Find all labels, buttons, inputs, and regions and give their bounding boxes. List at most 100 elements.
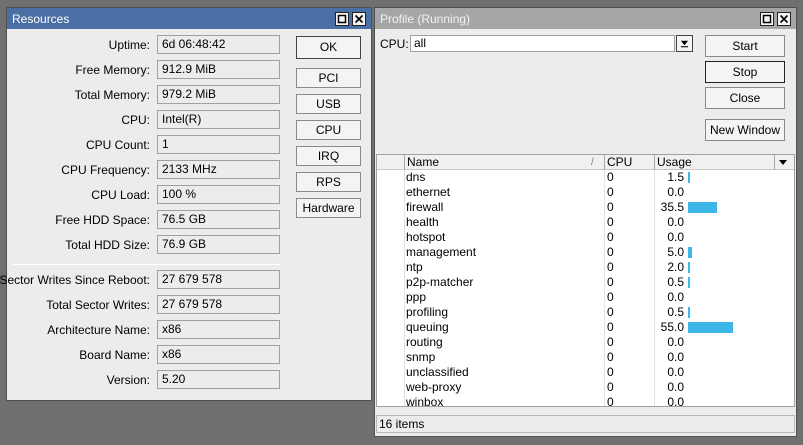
- row-name: dns: [406, 170, 426, 184]
- resource-field-row: Architecture Name: x86: [7, 320, 280, 340]
- resource-field-value[interactable]: 6d 06:48:42: [157, 35, 280, 54]
- table-row[interactable]: web-proxy 0 0.0: [377, 380, 794, 395]
- stop-button[interactable]: Stop: [705, 61, 785, 83]
- resource-field-row: Version: 5.20: [7, 370, 280, 390]
- column-header-cpu[interactable]: CPU: [604, 155, 654, 170]
- table-row[interactable]: ethernet 0 0.0: [377, 185, 794, 200]
- new-window-button[interactable]: New Window: [705, 119, 785, 141]
- resource-field-value[interactable]: x86: [157, 345, 280, 364]
- row-name: routing: [406, 335, 443, 349]
- row-name: winbox: [406, 395, 444, 407]
- usb-button[interactable]: USB: [296, 94, 361, 114]
- resource-field-label: CPU Load:: [91, 188, 150, 202]
- rps-button[interactable]: RPS: [296, 172, 361, 192]
- resource-field-row: Free HDD Space: 76.5 GB: [7, 210, 280, 230]
- resource-field-value[interactable]: 27 679 578: [157, 295, 280, 314]
- table-row[interactable]: hotspot 0 0.0: [377, 230, 794, 245]
- column-header-cpu-label: CPU: [607, 155, 633, 169]
- row-name: ethernet: [406, 185, 451, 199]
- row-cpu: 0: [607, 380, 614, 394]
- resource-field-row: CPU: Intel(R): [7, 110, 280, 130]
- resource-field-row: CPU Count: 1: [7, 135, 280, 155]
- resource-field-value[interactable]: 912.9 MiB: [157, 60, 280, 79]
- close-icon[interactable]: [777, 11, 791, 26]
- usage-bar: [688, 262, 690, 273]
- restore-icon[interactable]: [335, 11, 349, 26]
- resources-titlebar[interactable]: Resources: [7, 8, 371, 29]
- table-row[interactable]: unclassified 0 0.0: [377, 365, 794, 380]
- row-usage: 0.0: [667, 230, 684, 244]
- table-row[interactable]: p2p-matcher 0 0.5: [377, 275, 794, 290]
- table-row[interactable]: firewall 0 35.5: [377, 200, 794, 215]
- row-cpu: 0: [607, 305, 614, 319]
- usage-bar: [688, 247, 692, 258]
- column-menu-icon[interactable]: [774, 155, 794, 170]
- start-button[interactable]: Start: [705, 35, 785, 57]
- row-name: unclassified: [406, 365, 469, 379]
- pci-button[interactable]: PCI: [296, 68, 361, 88]
- close-button[interactable]: Close: [705, 87, 785, 109]
- table-row[interactable]: ntp 0 2.0: [377, 260, 794, 275]
- table-row[interactable]: dns 0 1.5: [377, 170, 794, 185]
- table-row[interactable]: ppp 0 0.0: [377, 290, 794, 305]
- row-cpu: 0: [607, 320, 614, 334]
- row-usage: 1.5: [667, 170, 684, 184]
- row-usage: 0.0: [667, 185, 684, 199]
- table-row[interactable]: snmp 0 0.0: [377, 350, 794, 365]
- row-usage: 0.0: [667, 215, 684, 229]
- resource-field-value[interactable]: x86: [157, 320, 280, 339]
- ok-button[interactable]: OK: [296, 36, 361, 59]
- profile-titlebar[interactable]: Profile (Running): [375, 8, 796, 29]
- cpu-select[interactable]: all: [410, 35, 675, 52]
- row-cpu: 0: [607, 230, 614, 244]
- resource-field-label: CPU Frequency:: [61, 163, 150, 177]
- resource-field-row: Total Memory: 979.2 MiB: [7, 85, 280, 105]
- row-cpu: 0: [607, 365, 614, 379]
- row-cpu: 0: [607, 350, 614, 364]
- resource-field-value[interactable]: 27 679 578: [157, 270, 280, 289]
- row-usage: 0.0: [667, 335, 684, 349]
- resources-window: Resources Uptime: 6d 06:48:42 Free Memory:…: [0, 7, 372, 401]
- row-name: health: [406, 215, 439, 229]
- row-name: hotspot: [406, 230, 446, 244]
- row-name: queuing: [406, 320, 449, 334]
- row-name: ppp: [406, 290, 427, 304]
- table-row[interactable]: management 0 5.0: [377, 245, 794, 260]
- close-icon[interactable]: [352, 11, 366, 26]
- resource-field-value[interactable]: 979.2 MiB: [157, 85, 280, 104]
- row-cpu: 0: [607, 395, 614, 407]
- hardware-button[interactable]: Hardware: [296, 198, 361, 218]
- column-header-name[interactable]: Name /: [404, 155, 604, 170]
- table-row[interactable]: winbox 0 0.0: [377, 395, 794, 407]
- irq-button[interactable]: IRQ: [296, 146, 361, 166]
- resource-field-label: Version:: [106, 373, 150, 387]
- resource-field-value[interactable]: 100 %: [157, 185, 280, 204]
- resource-field-value[interactable]: 1: [157, 135, 280, 154]
- resource-field-value[interactable]: 5.20: [157, 370, 280, 389]
- resource-field-value[interactable]: 2133 MHz: [157, 160, 280, 179]
- resource-field-label: Uptime:: [108, 38, 150, 52]
- cpu-filter-label: CPU:: [380, 37, 409, 51]
- row-name: management: [406, 245, 477, 259]
- column-header-usage[interactable]: Usage: [654, 155, 774, 170]
- restore-icon[interactable]: [760, 11, 774, 26]
- usage-bar: [688, 202, 717, 213]
- resource-field-label: Total Memory:: [74, 88, 150, 102]
- table-row[interactable]: health 0 0.0: [377, 215, 794, 230]
- table-row[interactable]: queuing 0 55.0: [377, 320, 794, 335]
- row-usage: 0.0: [667, 350, 684, 364]
- resource-field-value[interactable]: 76.5 GB: [157, 210, 280, 229]
- row-cpu: 0: [607, 260, 614, 274]
- column-header-usage-label: Usage: [657, 155, 692, 169]
- dropdown-arrow-icon[interactable]: [676, 35, 693, 52]
- row-cpu: 0: [607, 215, 614, 229]
- cpu-button[interactable]: CPU: [296, 120, 361, 140]
- resource-field-value[interactable]: 76.9 GB: [157, 235, 280, 254]
- table-row[interactable]: profiling 0 0.5: [377, 305, 794, 320]
- resource-field-row: Sector Writes Since Reboot: 27 679 578: [0, 270, 280, 290]
- row-name: snmp: [406, 350, 436, 364]
- resource-field-value[interactable]: Intel(R): [157, 110, 280, 129]
- table-row[interactable]: routing 0 0.0: [377, 335, 794, 350]
- column-header-name-label: Name: [407, 155, 440, 169]
- row-usage: 0.0: [667, 380, 684, 394]
